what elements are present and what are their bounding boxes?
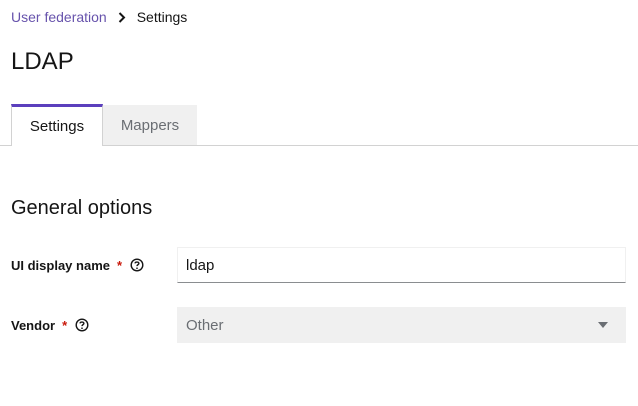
breadcrumb-user-federation-link[interactable]: User federation <box>11 9 107 25</box>
section-title-general-options: General options <box>11 197 153 219</box>
breadcrumb-current: Settings <box>136 9 188 25</box>
help-circle-icon[interactable] <box>75 318 89 332</box>
tab-mappers[interactable]: Mappers <box>103 105 197 145</box>
help-circle-icon[interactable] <box>130 258 144 272</box>
form-row-vendor: Vendor * Other <box>11 307 627 343</box>
vendor-label-text: Vendor <box>11 317 56 333</box>
required-indicator: * <box>116 257 123 273</box>
ui-display-name-input[interactable] <box>177 247 626 283</box>
vendor-select-value: Other <box>186 316 224 334</box>
ui-display-name-label-text: UI display name <box>11 257 110 273</box>
chevron-right-icon <box>117 11 127 23</box>
vendor-label: Vendor * <box>11 307 89 343</box>
caret-down-icon <box>598 322 608 328</box>
tab-settings[interactable]: Settings <box>11 104 103 146</box>
tab-bar: Settings Mappers <box>0 104 638 146</box>
breadcrumb: User federation Settings <box>11 8 187 26</box>
ui-display-name-label: UI display name * <box>11 247 144 283</box>
form-row-ui-display-name: UI display name * <box>11 247 627 283</box>
vendor-select[interactable]: Other <box>177 307 626 343</box>
required-indicator: * <box>62 317 68 333</box>
page-title: LDAP <box>11 48 74 75</box>
